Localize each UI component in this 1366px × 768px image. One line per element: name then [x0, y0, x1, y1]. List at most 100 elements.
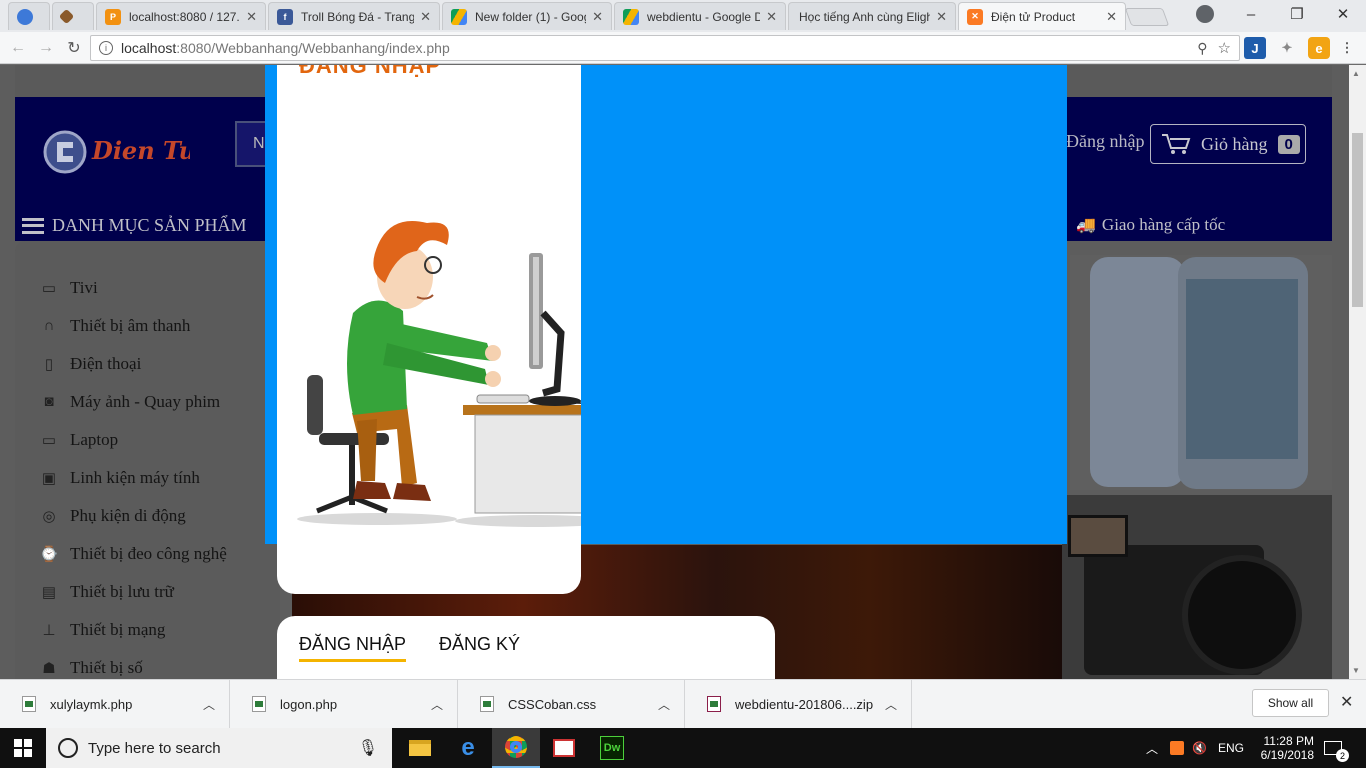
category-item-digital[interactable]: ☗ Thiết bị số	[38, 654, 142, 679]
info-icon[interactable]: i	[99, 41, 113, 55]
new-tab-button[interactable]	[1124, 8, 1170, 26]
browser-tab[interactable]: P localhost:8080 / 127.0 ✕	[96, 2, 266, 30]
scroll-up-icon[interactable]: ▲	[1352, 69, 1360, 78]
chevron-up-icon[interactable]: ︿	[885, 696, 897, 713]
browser-tab[interactable]: New folder (1) - Goog ✕	[442, 2, 612, 30]
download-item[interactable]: xulylaymk.php ︿	[0, 680, 230, 728]
download-item[interactable]: webdientu-201806....zip ︿	[685, 680, 912, 728]
cart-icon	[1162, 134, 1191, 154]
minimize-button[interactable]: –	[1228, 0, 1274, 28]
close-icon[interactable]: ✕	[420, 9, 431, 25]
taskbar-search-placeholder: Type here to search	[88, 739, 221, 757]
auth-tabs-card: ĐĂNG NHẬP ĐĂNG KÝ	[277, 616, 775, 679]
microphone-icon[interactable]: 🎙	[358, 738, 378, 758]
search-placeholder: N	[253, 135, 265, 152]
category-item-camera[interactable]: ◙ Máy ảnh - Quay phim	[38, 388, 220, 416]
watch-icon: ⌚	[39, 546, 59, 563]
windows-logo-icon	[14, 739, 32, 757]
category-item-audio[interactable]: ∩ Thiết bị âm thanh	[38, 312, 191, 340]
cart-button[interactable]: Giỏ hàng 0	[1150, 124, 1306, 164]
close-downloads-icon[interactable]: ✕	[1340, 692, 1353, 712]
category-menu-label: DANH MỤC SẢN PHẨM	[52, 215, 247, 235]
chevron-up-icon[interactable]: ︿	[431, 696, 443, 713]
page-scrollbar[interactable]: ▲ ▼	[1349, 65, 1366, 679]
phone-promo-image[interactable]	[1070, 255, 1332, 490]
download-filename: CSSCoban.css	[508, 696, 597, 712]
download-item[interactable]: logon.php ︿	[230, 680, 458, 728]
site-search-input[interactable]: N	[235, 121, 267, 167]
category-label: Phụ kiện di động	[70, 506, 186, 525]
site-logo[interactable]: Dien Tu	[40, 127, 190, 177]
extension-e-icon[interactable]: e	[1308, 37, 1330, 59]
category-item-laptop[interactable]: ▭ Laptop	[38, 426, 118, 454]
category-item-components[interactable]: ▣ Linh kiện máy tính	[38, 464, 200, 492]
url-path: :8080/Webbanhang/Webbanhang/index.php	[176, 40, 450, 56]
category-label: Linh kiện máy tính	[70, 468, 200, 487]
tab-login[interactable]: ĐĂNG NHẬP	[299, 634, 407, 662]
volume-muted-icon[interactable]: 🔇	[1192, 728, 1207, 768]
restore-button[interactable]: ❐	[1274, 0, 1320, 28]
profile-icon[interactable]	[1196, 5, 1214, 23]
category-label: Thiết bị đeo công nghệ	[70, 544, 227, 563]
tray-chevron-icon[interactable]: ︿	[1146, 728, 1158, 768]
browser-tab[interactable]	[52, 2, 94, 30]
xampp-tray-icon[interactable]	[1170, 728, 1184, 768]
language-indicator[interactable]: ENG	[1218, 728, 1244, 768]
chevron-up-icon[interactable]: ︿	[658, 696, 670, 713]
browser-tab-active[interactable]: ✕ Điện tử Product ✕	[958, 2, 1126, 30]
scrollbar-thumb[interactable]	[1352, 133, 1363, 307]
scroll-down-icon[interactable]: ▼	[1352, 666, 1360, 675]
camcorder-promo-image[interactable]	[1062, 495, 1332, 679]
chrome-taskbar-icon[interactable]	[492, 728, 540, 768]
dreamweaver-icon[interactable]: Dw	[588, 728, 636, 768]
file-explorer-icon[interactable]	[396, 728, 444, 768]
clock[interactable]: 11:28 PM 6/19/2018	[1260, 728, 1314, 768]
tab-register[interactable]: ĐĂNG KÝ	[439, 634, 520, 659]
category-item-storage[interactable]: ▤ Thiết bị lưu trữ	[38, 578, 174, 606]
edge-icon[interactable]: e	[444, 728, 492, 768]
category-item-tivi[interactable]: ▭ Tivi	[38, 274, 98, 302]
fast-shipping-link[interactable]: 🚚 Giao hàng cấp tốc	[1076, 215, 1225, 235]
show-all-downloads-button[interactable]: Show all	[1252, 689, 1329, 717]
camera-icon: ◙	[44, 393, 54, 410]
back-icon[interactable]: ←	[6, 36, 30, 60]
close-icon[interactable]: ✕	[936, 9, 947, 25]
extension-owl-icon[interactable]: ✦	[1276, 37, 1298, 59]
headphones-icon: ∩	[43, 317, 55, 334]
zoom-icon[interactable]: ⚲	[1197, 40, 1207, 57]
category-item-wearables[interactable]: ⌚ Thiết bị đeo công nghệ	[38, 540, 227, 568]
clock-date: 6/19/2018	[1260, 748, 1314, 762]
download-item[interactable]: CSSCoban.css ︿	[458, 680, 685, 728]
address-bar[interactable]: i localhost:8080/Webbanhang/Webbanhang/i…	[90, 35, 1240, 61]
chevron-up-icon[interactable]: ︿	[203, 696, 215, 713]
browser-tab[interactable]	[8, 2, 50, 30]
taskbar-search-input[interactable]: Type here to search 🎙	[46, 728, 392, 768]
phone-icon: ▯	[44, 356, 54, 373]
tab-title: Điện tử Product	[991, 9, 1076, 24]
site-login-link[interactable]: Đăng nhập	[1066, 131, 1144, 152]
browser-tab[interactable]: webdientu - Google D ✕	[614, 2, 786, 30]
category-menu-toggle[interactable]: DANH MỤC SẢN PHẨM	[22, 215, 247, 236]
browser-tab[interactable]: Học tiếng Anh cùng Eligh ✕	[788, 2, 956, 30]
browser-tab[interactable]: f Troll Bóng Đá - Trang ✕	[268, 2, 440, 30]
start-button[interactable]	[0, 728, 46, 768]
action-center-button[interactable]: 2	[1324, 728, 1349, 768]
category-item-network[interactable]: ⊥ Thiết bị mạng	[38, 616, 165, 644]
close-icon[interactable]: ✕	[592, 9, 603, 25]
category-item-accessories[interactable]: ◎ Phụ kiện di động	[38, 502, 186, 530]
zip-file-icon	[707, 696, 721, 712]
category-item-phone[interactable]: ▯ Điện thoại	[38, 350, 141, 378]
close-icon[interactable]: ✕	[1106, 9, 1117, 25]
login-modal-card: ĐĂNG NHẬP	[277, 65, 581, 594]
forward-icon[interactable]: →	[34, 36, 58, 60]
reload-icon[interactable]: ↻	[62, 36, 86, 60]
category-label: Thiết bị lưu trữ	[70, 582, 174, 601]
snipping-tool-icon[interactable]	[540, 728, 588, 768]
close-icon[interactable]: ✕	[766, 9, 777, 25]
close-icon[interactable]: ✕	[246, 9, 257, 25]
bookmark-star-icon[interactable]: ☆	[1218, 39, 1231, 57]
extension-j-icon[interactable]: J	[1244, 37, 1266, 59]
chrome-menu-icon[interactable]: ⋮	[1336, 37, 1358, 59]
page-viewport: Dien Tu N Đăng nhập Giỏ hàng 0 DANH MỤC …	[0, 65, 1349, 679]
window-close-button[interactable]: ✕	[1320, 0, 1366, 28]
